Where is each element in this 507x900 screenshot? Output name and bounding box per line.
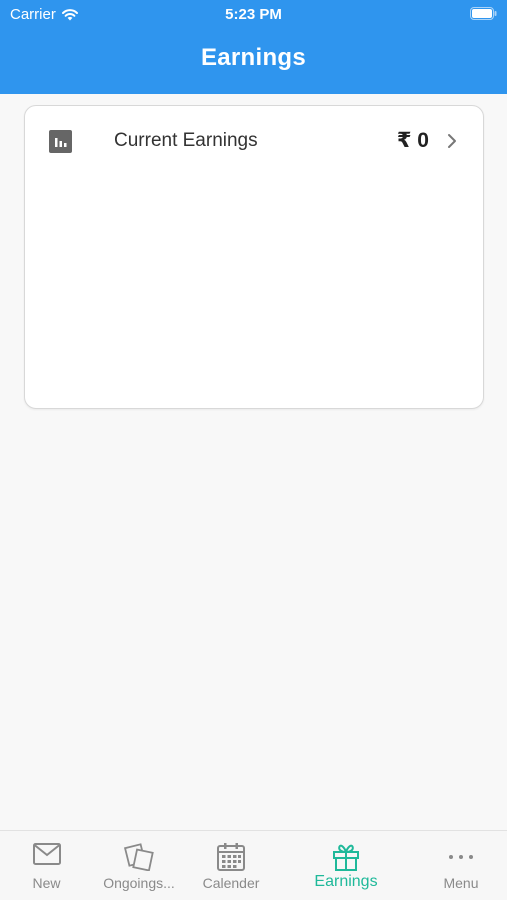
chevron-right-icon[interactable] xyxy=(447,133,457,149)
tab-new[interactable]: New xyxy=(0,831,93,900)
status-time: 5:23 PM xyxy=(225,6,282,23)
tab-calender-label: Calender xyxy=(202,875,260,891)
mail-icon xyxy=(32,843,61,865)
tab-new-label: New xyxy=(32,875,61,891)
tab-bar: New Ongoings... Calender Earnings Menu xyxy=(0,830,507,900)
tab-ongoings-label: Ongoings... xyxy=(103,875,175,891)
app-header: Carrier 5:23 PM Earnings xyxy=(0,0,507,94)
tab-earnings[interactable]: Earnings xyxy=(300,831,392,900)
earnings-card: Current Earnings ₹ 0 xyxy=(24,105,484,409)
more-icon xyxy=(449,855,473,859)
tab-menu[interactable]: Menu xyxy=(415,831,507,900)
tab-earnings-label: Earnings xyxy=(314,873,378,890)
current-earnings-row[interactable]: Current Earnings ₹ 0 xyxy=(25,106,485,178)
cards-icon xyxy=(123,843,154,871)
page-title: Earnings xyxy=(200,44,307,71)
tab-menu-label: Menu xyxy=(443,875,479,891)
gift-icon xyxy=(333,844,359,871)
current-earnings-label: Current Earnings xyxy=(114,130,258,151)
tab-calender[interactable]: Calender xyxy=(185,831,277,900)
battery-icon xyxy=(470,7,497,20)
calendar-icon xyxy=(217,843,245,871)
current-earnings-amount: ₹ 0 xyxy=(396,129,429,152)
status-bar: Carrier 5:23 PM xyxy=(0,0,507,28)
tab-ongoings[interactable]: Ongoings... xyxy=(93,831,185,900)
bar-chart-icon xyxy=(49,130,72,153)
